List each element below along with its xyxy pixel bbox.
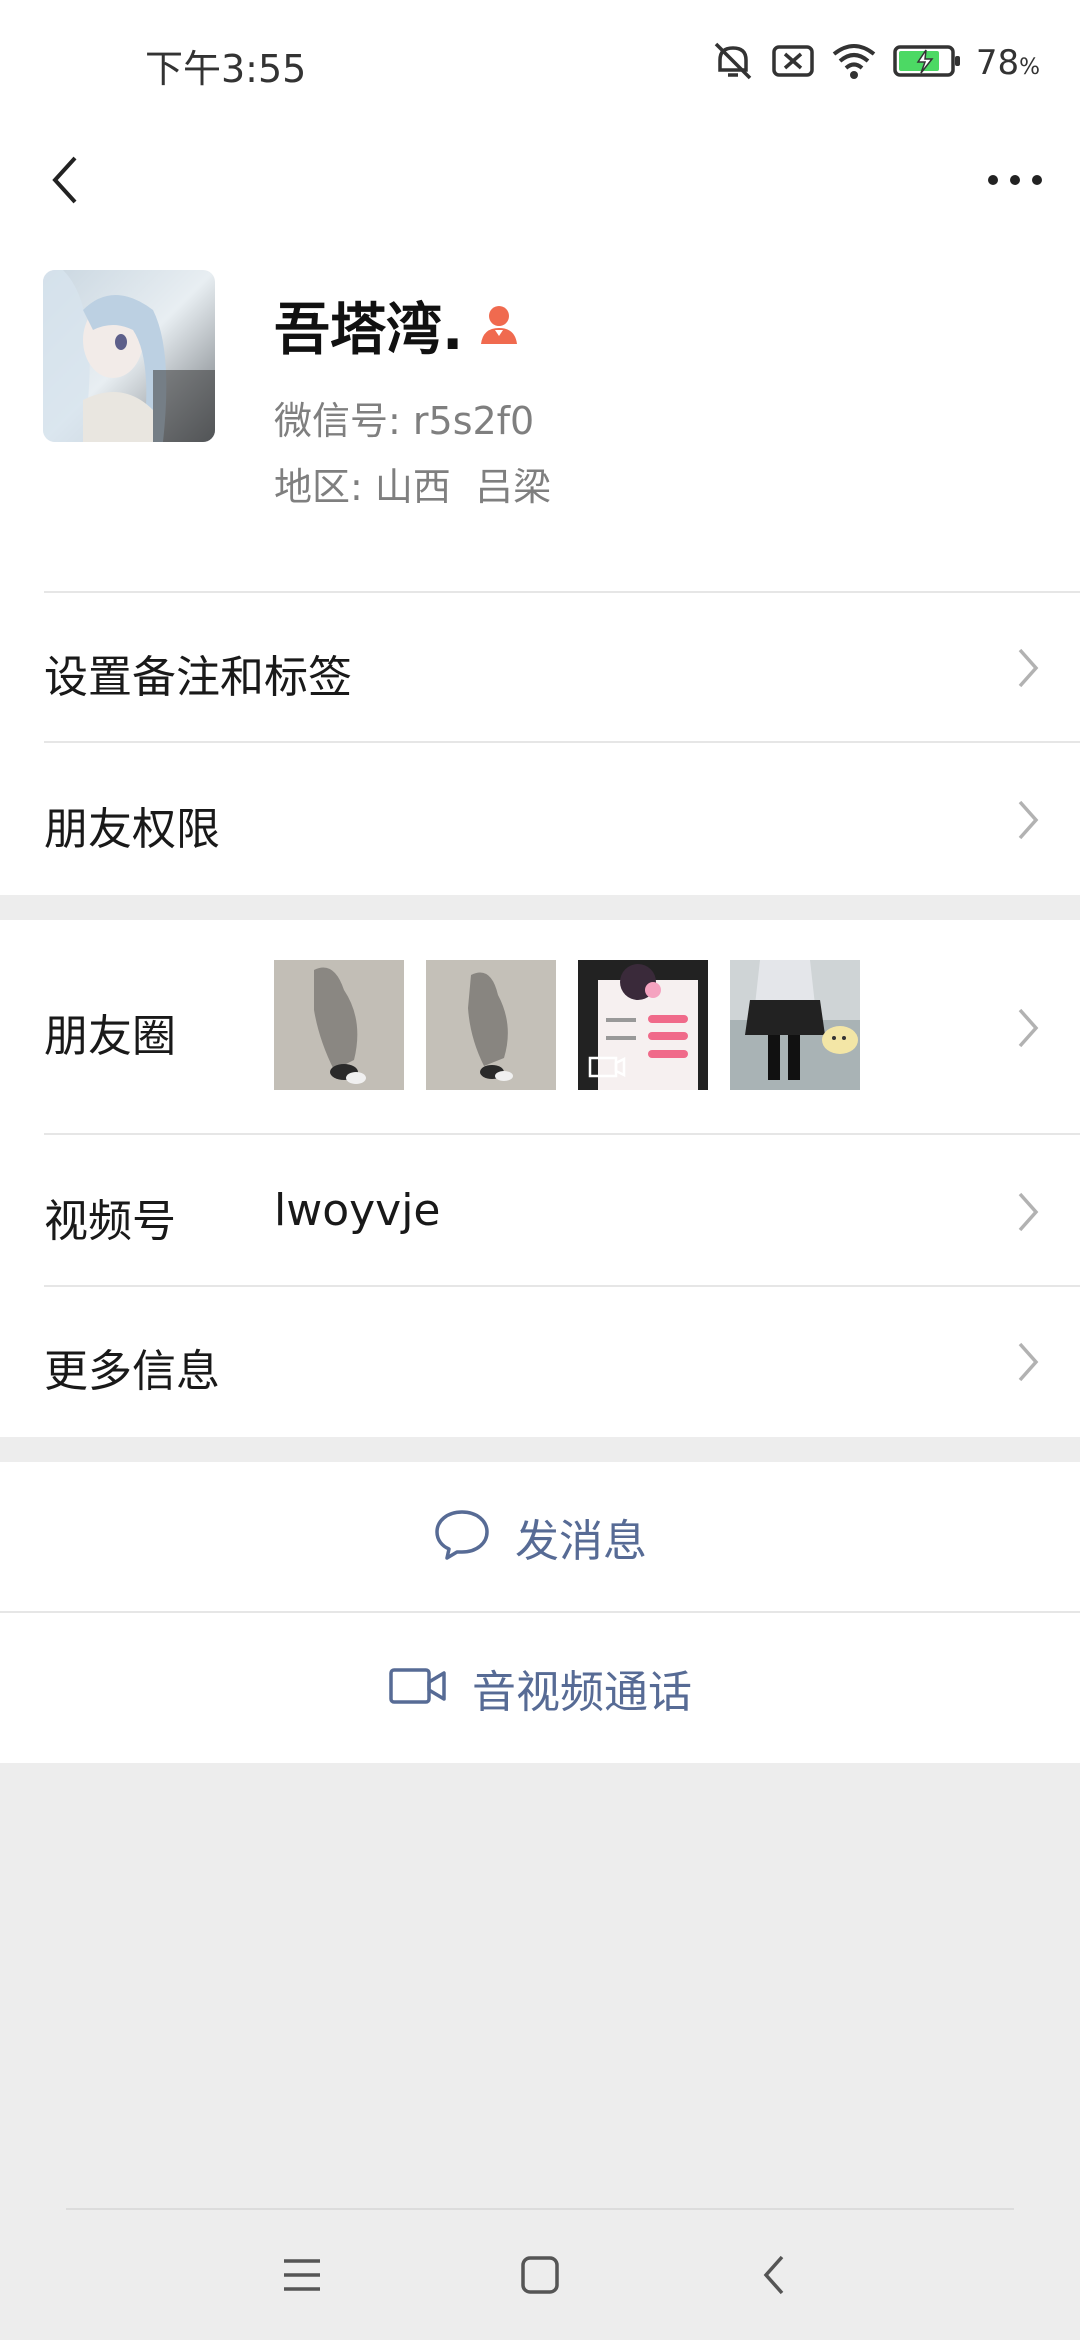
chat-bubble-icon [433, 1508, 491, 1566]
moments-photo [426, 960, 556, 1090]
send-message-button[interactable]: 发消息 [0, 1462, 1080, 1612]
menu-button[interactable] [267, 2240, 337, 2310]
battery-percent: 78% [975, 43, 1040, 83]
more-info-row[interactable]: 更多信息 [0, 1287, 1080, 1437]
status-time: 下午3:55 [145, 47, 307, 91]
home-icon [521, 2256, 559, 2294]
more-dots-icon [988, 175, 1042, 185]
moments-thumbnails [274, 960, 860, 1090]
profile-header: 吾塔湾. 微信号: r5s2f0 地区: 山西 吕梁 [0, 260, 1080, 593]
region: 地区: 山西 吕梁 [274, 456, 551, 511]
chevron-right-icon [1008, 1337, 1048, 1387]
system-nav-bar [0, 2240, 1080, 2310]
friend-permissions-label: 朋友权限 [44, 804, 220, 855]
female-icon [477, 302, 521, 350]
chevron-right-icon [1008, 1003, 1048, 1053]
av-call-label: 音视频通话 [472, 1667, 692, 1718]
avatar[interactable] [43, 270, 215, 442]
channels-value: lwoyvje [274, 1185, 441, 1236]
moments-row[interactable]: 朋友圈 [0, 920, 1080, 1135]
region-label: 地区: [274, 465, 363, 509]
back-button[interactable] [30, 135, 100, 225]
moments-label: 朋友圈 [44, 1011, 176, 1062]
channels-label: 视频号 [44, 1196, 176, 1247]
name-row: 吾塔湾. [274, 285, 521, 366]
more-info-label: 更多信息 [44, 1346, 220, 1397]
moments-photo [730, 960, 860, 1090]
wechat-id-value: r5s2f0 [412, 399, 535, 443]
nav-divider [66, 2208, 1014, 2210]
wechat-id-label: 微信号: [274, 399, 401, 443]
region-value: 山西 吕梁 [374, 465, 552, 509]
send-message-label: 发消息 [515, 1516, 647, 1567]
mute-icon [710, 38, 756, 88]
sim-off-icon [770, 38, 816, 88]
chevron-right-icon [1008, 643, 1048, 693]
nav-bar [0, 120, 1080, 260]
remark-tags-row[interactable]: 设置备注和标签 [0, 593, 1080, 743]
chevron-right-icon [1008, 795, 1048, 845]
more-button[interactable] [970, 135, 1060, 225]
status-bar: 下午3:55 78% [0, 0, 1080, 120]
av-call-button[interactable]: 音视频通话 [0, 1613, 1080, 1763]
channels-row[interactable]: 视频号 lwoyvje [0, 1135, 1080, 1287]
remark-tags-label: 设置备注和标签 [44, 652, 352, 703]
back-icon [763, 2255, 784, 2295]
moments-photo [274, 960, 404, 1090]
chevron-right-icon [1008, 1187, 1048, 1237]
menu-icon [284, 2259, 320, 2291]
status-icons: 78% [710, 40, 1040, 86]
system-back-button[interactable] [740, 2240, 810, 2310]
back-arrow-icon [52, 156, 77, 204]
wechat-id: 微信号: r5s2f0 [274, 390, 534, 445]
friend-permissions-row[interactable]: 朋友权限 [0, 743, 1080, 895]
moments-video [578, 960, 708, 1090]
video-camera-icon [388, 1664, 448, 1712]
wifi-icon [830, 38, 878, 88]
home-button[interactable] [505, 2240, 575, 2310]
contact-name: 吾塔湾. [274, 298, 464, 363]
battery-charging-icon [892, 38, 962, 88]
